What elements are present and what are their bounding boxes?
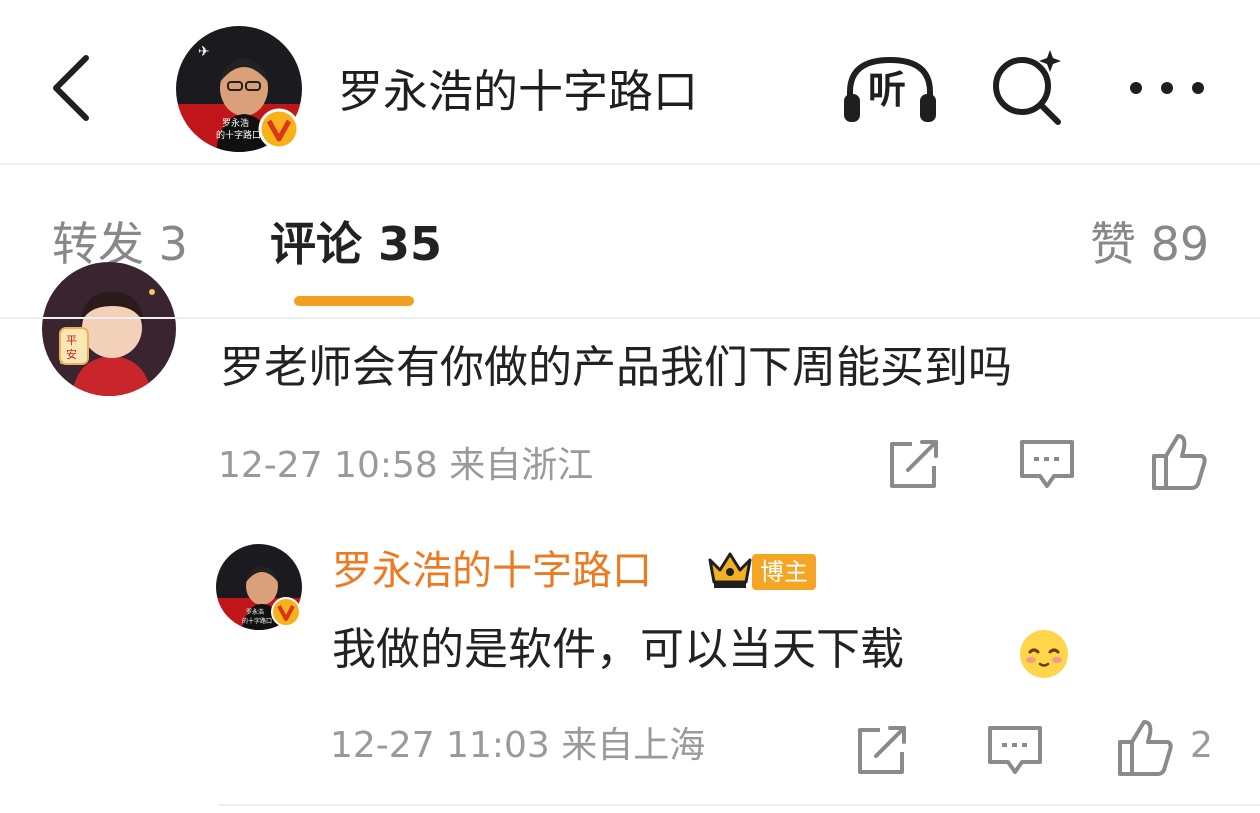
svg-text:✈: ✈ [198, 44, 210, 60]
listen-button[interactable]: 听 [838, 52, 942, 126]
top-bar: 罗永浩 的十字路口 ✈ 罗永浩的十字路口 听 [0, 0, 1260, 164]
thumbs-up-icon[interactable] [1148, 430, 1210, 492]
shy-smile-emoji-icon [1020, 630, 1068, 678]
tab-comments[interactable]: 评论 35 [270, 214, 442, 274]
active-tab-indicator [294, 296, 414, 306]
svg-text:罗永浩: 罗永浩 [222, 117, 249, 129]
crown-icon [708, 552, 752, 588]
search-icon[interactable] [988, 46, 1068, 126]
divider [218, 804, 1260, 806]
svg-text:平: 平 [66, 334, 77, 347]
svg-text:的十字路口: 的十字路口 [216, 129, 261, 141]
more-options-icon[interactable] [1122, 70, 1212, 106]
comment-icon[interactable] [984, 722, 1046, 778]
back-arrow-icon[interactable] [44, 50, 104, 126]
svg-text:罗永浩: 罗永浩 [246, 608, 264, 616]
author-name[interactable]: 罗永浩的十字路口 [332, 543, 652, 599]
thumbs-up-icon[interactable] [1114, 716, 1176, 778]
tab-likes[interactable]: 赞 89 [1090, 214, 1209, 274]
comment-text: 罗老师会有你做的产品我们下周能买到吗 [220, 342, 1012, 393]
account-avatar[interactable]: 罗永浩 的十字路口 ✈ [176, 26, 302, 152]
svg-text:的十字路口: 的十字路口 [242, 617, 272, 625]
blogger-badge: 博主 [752, 554, 816, 590]
page-title: 罗永浩的十字路口 [338, 65, 699, 118]
share-icon[interactable] [884, 436, 944, 492]
author-avatar[interactable]: 罗永浩 的十字路口 [216, 544, 302, 630]
like-count: 2 [1190, 725, 1213, 766]
commenter-avatar[interactable]: 平 安 [42, 262, 176, 396]
listen-label: 听 [868, 68, 907, 112]
comment-icon[interactable] [1016, 436, 1078, 492]
verified-v-icon [258, 108, 300, 150]
verified-v-icon [271, 597, 301, 627]
divider [0, 317, 1260, 319]
share-icon[interactable] [852, 722, 912, 778]
comment-meta: 12-27 10:58 来自浙江 [218, 445, 594, 486]
svg-text:安: 安 [66, 347, 77, 361]
reply-meta: 12-27 11:03 来自上海 [330, 725, 706, 766]
divider [0, 163, 1260, 165]
reply-text: 我做的是软件，可以当天下载 [332, 624, 904, 675]
